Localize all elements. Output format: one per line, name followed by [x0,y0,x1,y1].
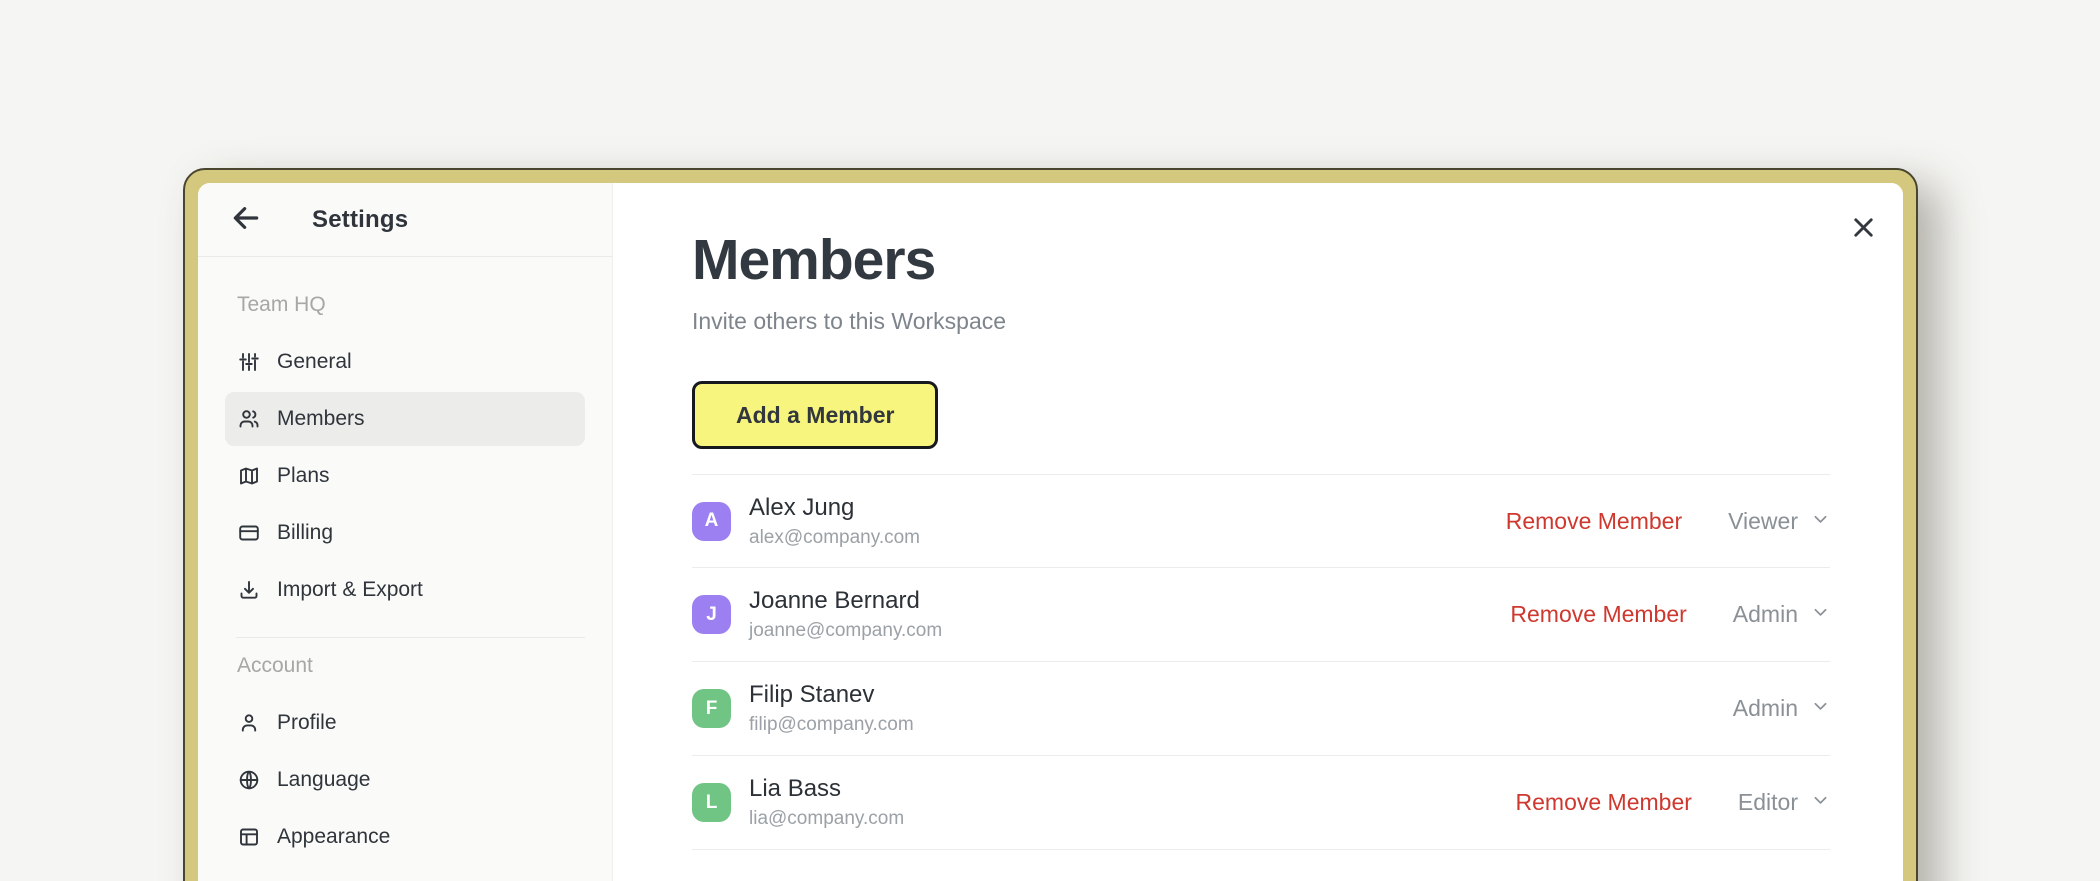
member-email: filip@company.com [749,714,914,736]
sidebar-item-general[interactable]: General [225,335,585,389]
remove-member-button[interactable]: Remove Member [1516,789,1692,816]
role-value: Admin [1733,695,1798,722]
download-icon [237,578,261,602]
row-actions: Admin [1733,695,1830,722]
member-name: Alex Jung [749,494,920,522]
role-value: Admin [1733,601,1798,628]
remove-member-button[interactable]: Remove Member [1510,601,1686,628]
member-list: A Alex Jung alex@company.com Remove Memb… [692,474,1830,850]
sliders-icon [237,350,261,374]
member-email: lia@company.com [749,808,904,830]
member-info: Lia Bass lia@company.com [749,775,904,830]
chevron-down-icon [1811,508,1830,535]
user-icon [237,711,261,735]
sidebar-header: Settings [198,183,612,257]
member-row-filip: F Filip Stanev filip@company.com Admin [692,662,1830,756]
avatar: F [692,689,731,728]
arrow-left-icon [230,202,262,237]
member-info: Filip Stanev filip@company.com [749,681,914,736]
sidebar-divider [236,637,585,638]
member-name: Lia Bass [749,775,904,803]
member-row-alex: A Alex Jung alex@company.com Remove Memb… [692,474,1830,568]
globe-icon [237,768,261,792]
page-title: Members [692,227,1830,293]
settings-modal-inner: Settings Team HQ General Members Plans [198,183,1903,881]
remove-member-button[interactable]: Remove Member [1506,508,1682,535]
member-name: Joanne Bernard [749,587,942,615]
role-select[interactable]: Viewer [1728,508,1830,535]
layout-icon [237,825,261,849]
avatar: L [692,783,731,822]
map-icon [237,464,261,488]
sidebar-item-label: Plans [277,464,330,488]
sidebar-item-plans[interactable]: Plans [225,449,585,503]
chevron-down-icon [1811,601,1830,628]
close-button[interactable] [1845,211,1881,247]
settings-sidebar: Settings Team HQ General Members Plans [198,183,613,881]
members-icon [237,407,261,431]
sidebar-item-language[interactable]: Language [225,753,585,807]
sidebar-item-label: Import & Export [277,578,423,602]
chevron-down-icon [1811,789,1830,816]
role-value: Editor [1738,789,1798,816]
sidebar-nav: Team HQ General Members Plans Billing [198,257,612,867]
sidebar-item-billing[interactable]: Billing [225,506,585,560]
sidebar-item-label: General [277,350,352,374]
section-label-account: Account [237,654,573,678]
sidebar-item-label: Language [277,768,370,792]
role-select[interactable]: Admin [1733,601,1830,628]
row-actions: Remove Member Admin [1510,601,1830,628]
member-row-joanne: J Joanne Bernard joanne@company.com Remo… [692,568,1830,662]
sidebar-item-label: Profile [277,711,337,735]
section-label-team: Team HQ [237,293,573,317]
sidebar-item-profile[interactable]: Profile [225,696,585,750]
role-select[interactable]: Admin [1733,695,1830,722]
credit-card-icon [237,521,261,545]
member-info: Alex Jung alex@company.com [749,494,920,549]
avatar: A [692,502,731,541]
sidebar-item-members[interactable]: Members [225,392,585,446]
role-select[interactable]: Editor [1738,789,1830,816]
avatar: J [692,595,731,634]
row-actions: Remove Member Viewer [1506,508,1830,535]
member-info: Joanne Bernard joanne@company.com [749,587,942,642]
chevron-down-icon [1811,695,1830,722]
member-email: alex@company.com [749,527,920,549]
page-subtitle: Invite others to this Workspace [692,308,1830,335]
members-panel: Members Invite others to this Workspace … [613,183,1903,881]
row-actions: Remove Member Editor [1516,789,1830,816]
sidebar-item-appearance[interactable]: Appearance [225,810,585,864]
sidebar-item-label: Appearance [277,825,390,849]
settings-title: Settings [312,206,408,234]
sidebar-item-import-export[interactable]: Import & Export [225,563,585,617]
sidebar-item-label: Members [277,407,365,431]
member-row-lia: L Lia Bass lia@company.com Remove Member… [692,756,1830,850]
add-member-button[interactable]: Add a Member [692,381,938,449]
sidebar-item-label: Billing [277,521,333,545]
member-name: Filip Stanev [749,681,914,709]
close-icon [1848,212,1879,246]
settings-modal: Settings Team HQ General Members Plans [183,168,1918,881]
back-button[interactable] [228,202,264,238]
member-email: joanne@company.com [749,620,942,642]
role-value: Viewer [1728,508,1798,535]
